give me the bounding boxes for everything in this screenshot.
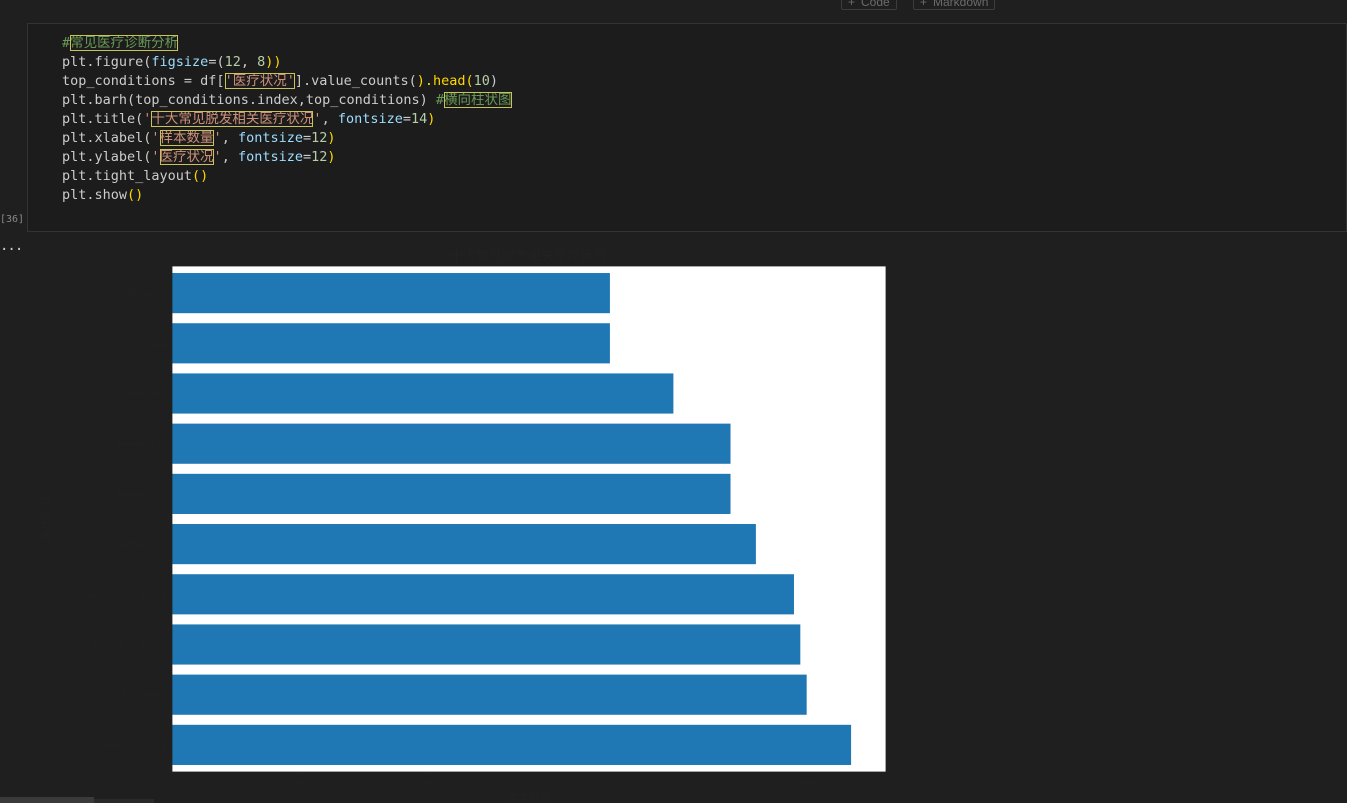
code-line-5: plt.title('十大常见脱发相关医疗状况', fontsize=14) (62, 111, 436, 127)
code-line-2: plt.figure(figsize=(12, 8)) (62, 54, 282, 70)
scrollbar-track[interactable] (0, 797, 94, 803)
execution-count: [36] (0, 214, 25, 225)
y-tick-label: Alopecia Areata (94, 741, 166, 750)
y-tick-label: Dermatosis (118, 490, 166, 499)
x-tick-label: 0 (170, 779, 175, 788)
code-line-8: plt.tight_layout() (62, 168, 209, 184)
code-editor[interactable]: #常见医疗诊断分析 plt.figure(figsize=(12, 8)) top_… (62, 34, 512, 205)
bar (172, 524, 756, 565)
status-strip (94, 799, 154, 803)
x-tick-label: 60 (548, 779, 558, 788)
x-tick-label: 100 (799, 779, 814, 788)
y-tick-label: Ringworm (127, 289, 166, 298)
chart-title: 十大常见脱发相关医疗状况 (450, 248, 606, 264)
code-line-7: plt.ylabel('医疗状况', fontsize=12) (62, 149, 336, 165)
y-tick-label: Dermatitis (118, 540, 166, 549)
x-tick-label: 40 (421, 779, 431, 788)
code-line-1: #常见医疗诊断分析 (62, 35, 179, 51)
x-tick-label: 20 (294, 779, 304, 788)
bar (172, 373, 674, 414)
bar-chart: 十大常见脱发相关医疗状况 Alopecia Areata Psoriasis Thy… (39, 248, 887, 803)
bar (172, 674, 807, 715)
code-line-3: top_conditions = df['医疗状况'].value_counts… (62, 73, 499, 89)
x-ticks-group: 0 20 40 60 80 100 (170, 772, 814, 788)
bar (172, 423, 731, 464)
notebook-toolbar: + Code + Markdown (0, 0, 1347, 14)
plus-icon: + (848, 0, 856, 9)
code-line-9: plt.show() (62, 187, 144, 203)
bar (172, 724, 852, 765)
code-line-4: plt.barh(top_conditions.index,top_condit… (62, 92, 512, 108)
y-tick-label: Scalp Infection (94, 390, 166, 399)
bar (172, 624, 801, 665)
bar (172, 273, 610, 314)
bar (172, 323, 610, 364)
x-tick-label: 80 (675, 779, 685, 788)
y-tick-label: Seborrheic Dermatitis (65, 440, 166, 449)
add-markdown-cell-button[interactable]: + Markdown (913, 0, 996, 10)
y-ticks-group: Alopecia Areata Psoriasis Thyroid Problems… (65, 289, 172, 750)
output-menu-ellipsis[interactable]: ... (0, 238, 23, 254)
bar (172, 574, 794, 615)
bar (172, 473, 731, 514)
y-tick-label: Androgenetic Alopecia (65, 590, 166, 599)
code-line-6: plt.xlabel('样本数量', fontsize=12) (62, 130, 336, 146)
x-axis-label: 样本数量 (507, 790, 551, 803)
y-axis-label: 医疗状况 (39, 497, 53, 541)
add-code-cell-button[interactable]: + Code (841, 0, 897, 10)
plus-icon: + (920, 0, 928, 9)
y-tick-label: Psoriasis (123, 691, 167, 700)
y-tick-label: Eczema (137, 339, 166, 348)
y-tick-label: Thyroid Problems (89, 640, 166, 649)
